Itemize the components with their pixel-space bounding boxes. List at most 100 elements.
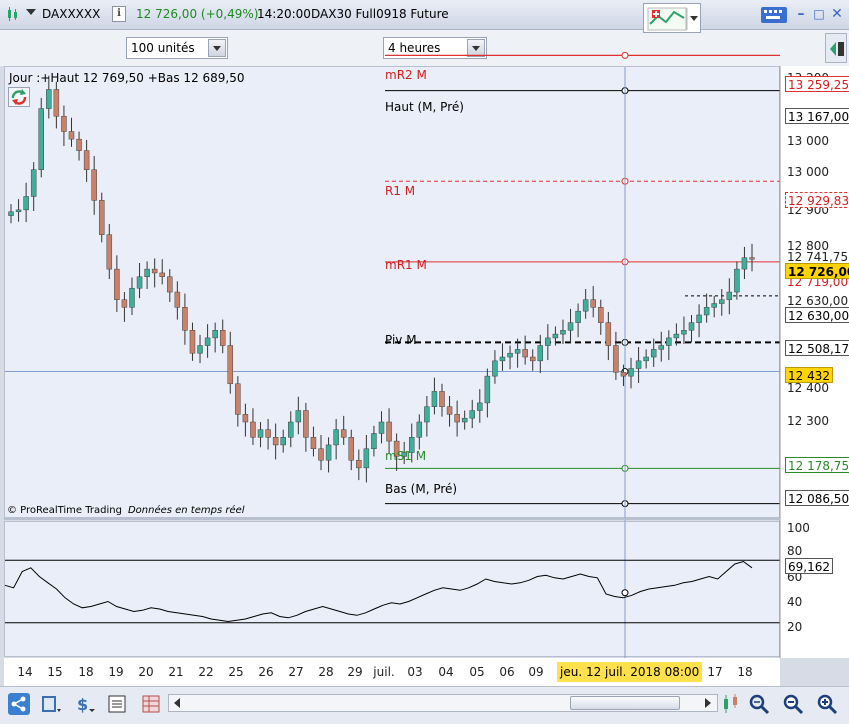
candle-body [416,421,423,438]
candle-body [461,417,468,423]
osc-value-tag: 69,162 [785,558,833,574]
candle-body [499,356,506,362]
candle-body [477,402,483,411]
candle-body [424,406,430,423]
candle-body [598,307,604,323]
candle-body [106,234,113,270]
copyright-text: © ProRealTime Trading [7,505,122,516]
zoom-fit-icon[interactable] [748,693,770,715]
cursor-price-tag: 12 432 [785,367,833,383]
refresh-icon[interactable] [8,87,30,107]
candle-body [582,299,589,312]
price-tag-extra: 12 630,00 [785,307,849,323]
candle-body [68,131,75,140]
x-tick: 26 [258,665,274,679]
window-layout-icon[interactable] [40,693,62,715]
candle-body [643,356,649,362]
osc-tick: 40 [787,595,803,609]
candle-body [537,345,544,362]
candle-body [272,437,279,446]
x-tick: 27 [288,665,304,679]
level-label-mr2: mR2 M [385,68,427,82]
candle-body [545,337,551,346]
candle-body [635,360,642,369]
candle-body [552,333,559,339]
dollar-settings-icon[interactable]: $ [74,693,96,715]
share-icon[interactable] [8,693,30,715]
candle-body [688,322,695,331]
x-tick: 25 [228,665,244,679]
candle-body [703,307,710,316]
scroll-right-icon[interactable] [700,695,716,711]
candle-body [522,349,528,358]
x-tick: 06 [499,665,515,679]
candle-body [507,352,513,358]
level-label-mr1: mR1 M [385,258,427,272]
candle-body [242,414,249,423]
candle-body [144,268,150,278]
candle-body [333,429,339,446]
day-high-low-info: Jour :+Haut 12 769,50 +Bas 12 689,50 [9,71,245,85]
candle-body [30,169,37,197]
candle-body [454,414,460,423]
candle-body [114,268,120,300]
candle-body [605,322,612,346]
last-price-tag: 12 726,00 [785,263,849,279]
candle-body [83,150,90,170]
scrollbar-thumb[interactable] [570,696,680,710]
candle-style-icon[interactable] [720,693,742,715]
candle-body [182,307,188,331]
time-cursor-label: jeu. 12 juil. 2018 08:00 [557,662,703,682]
candle-body [257,429,264,438]
candle-body [250,421,256,438]
candle-body [204,337,211,346]
zoom-out-icon[interactable] [782,693,804,715]
candle-body [136,276,143,289]
candle-body [529,356,536,362]
x-tick: 18 [78,665,94,679]
candle-body [280,437,286,446]
x-tick: 03 [407,665,423,679]
y-tick: 13 000 [787,134,829,148]
zoom-in-icon[interactable] [816,693,838,715]
osc-cursor-marker [621,589,629,597]
scroll-left-icon[interactable] [169,695,185,711]
y-tick-extra: 12 741,75 [787,250,849,264]
x-tick: 19 [108,665,124,679]
x-tick: 15 [47,665,63,679]
candle-body [159,272,165,278]
candle-body [439,391,445,407]
candle-body [613,345,619,373]
x-tick: 20 [138,665,154,679]
candle-body [219,330,226,346]
candle-body [371,433,377,450]
candle-body [98,200,105,235]
x-tick: 04 [438,665,454,679]
level-label-pivot: Piv M [385,333,417,347]
x-tick: 17 [707,665,723,679]
y-tick: 12 300 [787,414,829,428]
candle-body [38,108,44,170]
candle-body [295,410,302,423]
candle-body [212,330,218,339]
candle-body [23,196,29,211]
candle-body [378,421,385,434]
level-label-ms1: mS1 M [385,449,427,463]
level-label-r1: R1 M [385,184,416,198]
candle-body [318,448,324,461]
price-tag-r1: 12 929,83 [785,192,849,208]
x-tick: 22 [198,665,214,679]
candle-body [121,299,128,308]
x-tick: 21 [168,665,184,679]
candle-body [567,322,574,331]
list-icon[interactable] [106,693,128,715]
candle-body [288,421,294,438]
table-icon[interactable] [140,693,162,715]
level-label-high: Haut (M, Pré) [385,100,464,114]
candle-body [46,89,52,109]
level-label-low: Bas (M, Pré) [385,482,458,496]
candle-body [620,372,627,377]
candle-body [650,349,657,358]
candle-body [53,89,60,117]
x-tick: 05 [469,665,485,679]
